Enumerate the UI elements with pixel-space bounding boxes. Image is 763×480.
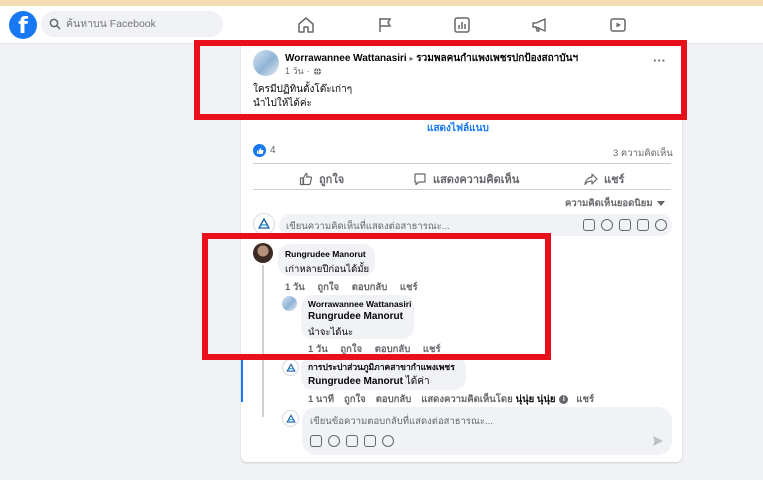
search-icon xyxy=(49,18,61,30)
send-icon[interactable] xyxy=(652,435,664,447)
sticker-icon[interactable] xyxy=(655,219,667,231)
emoji-icon[interactable] xyxy=(328,435,340,447)
avatar-sticker-icon[interactable] xyxy=(583,219,595,231)
pages-flag-icon[interactable] xyxy=(374,15,396,35)
gif-icon[interactable] xyxy=(364,435,376,447)
like-reaction-icon xyxy=(253,144,266,157)
thumbs-up-icon xyxy=(299,172,313,186)
see-attachment-link[interactable]: แสดงไฟล์แนบ xyxy=(427,121,489,136)
page-reply-reply-link[interactable]: ตอบกลับ xyxy=(376,392,412,407)
comment-sort-dropdown[interactable]: ความคิดเห็นยอดนิยม xyxy=(565,196,665,211)
reaction-count: 4 xyxy=(270,145,276,156)
comment-bubble-icon xyxy=(414,173,426,186)
like-label: ถูกใจ xyxy=(319,174,345,186)
comment-button[interactable]: แสดงความคิดเห็น xyxy=(413,170,519,188)
page-reply-bubble: การประปาส่วนภูมิภาคสาขากำแพงเพชร Rungrud… xyxy=(301,356,466,390)
camera-icon[interactable] xyxy=(346,435,358,447)
highlight-box-post xyxy=(194,40,687,120)
write-comment-placeholder: เขียนความคิดเห็นที่แสดงต่อสาธารณะ... xyxy=(286,221,450,232)
page-reply-mention[interactable]: Rungrudee Manorut xyxy=(308,376,403,387)
page-reply-actions: 1 นาที ถูกใจ ตอบกลับ แสดงความคิดเห็นโดย … xyxy=(308,392,604,407)
comment-tools xyxy=(583,219,667,231)
avatar-sticker-icon[interactable] xyxy=(310,435,322,447)
commented-by-label: แสดงความคิดเห็นโดย xyxy=(421,394,513,405)
reply-input-placeholder: เขียนข้อความตอบกลับที่แสดงต่อสาธารณะ... xyxy=(310,416,493,427)
camera-icon[interactable] xyxy=(619,219,631,231)
top-navigation-bar: f xyxy=(0,6,763,44)
page-reply-share-link[interactable]: แชร์ xyxy=(576,392,594,407)
sort-label: ความคิดเห็นยอดนิยม xyxy=(565,198,653,209)
home-icon[interactable] xyxy=(295,15,317,35)
reply-input-box[interactable]: เขียนข้อความตอบกลับที่แสดงต่อสาธารณะ... xyxy=(302,407,672,455)
page-reply-text: ได้ค่า xyxy=(405,376,430,387)
facebook-logo-icon[interactable]: f xyxy=(9,11,37,39)
divider xyxy=(253,189,671,190)
insights-chart-icon[interactable] xyxy=(451,15,473,35)
search-box[interactable] xyxy=(41,11,223,37)
scrollbar[interactable] xyxy=(755,44,763,480)
share-label: แชร์ xyxy=(604,174,625,186)
sticker-icon[interactable] xyxy=(382,435,394,447)
caret-down-icon xyxy=(656,201,665,206)
gif-icon[interactable] xyxy=(637,219,649,231)
share-arrow-icon xyxy=(584,173,598,186)
reply-input-avatar[interactable] xyxy=(282,410,299,427)
page-reply-body: Rungrudee Manorut ได้ค่า xyxy=(308,374,430,389)
highlight-box-comments xyxy=(202,233,551,360)
info-icon[interactable]: i xyxy=(559,395,569,404)
new-reply-indicator xyxy=(241,354,243,402)
page-reply-time[interactable]: 1 นาที xyxy=(308,392,334,407)
share-button[interactable]: แชร์ xyxy=(584,170,624,188)
video-play-icon[interactable] xyxy=(607,15,629,35)
page-reply-author[interactable]: การประปาส่วนภูมิภาคสาขากำแพงเพชร xyxy=(308,360,455,374)
page-reply-like-link[interactable]: ถูกใจ xyxy=(344,392,366,407)
page-reply-avatar[interactable] xyxy=(282,359,299,376)
commented-by-name[interactable]: นุ่นุ่ย นุ่นุ่ย xyxy=(516,392,556,407)
comment-label: แสดงความคิดเห็น xyxy=(433,174,520,186)
like-button[interactable]: ถูกใจ xyxy=(299,170,344,188)
reply-tools xyxy=(310,435,394,447)
search-input[interactable] xyxy=(66,18,206,30)
emoji-icon[interactable] xyxy=(601,219,613,231)
megaphone-icon[interactable] xyxy=(529,15,551,35)
reactions-summary[interactable]: 4 xyxy=(253,144,276,157)
page-avatar[interactable] xyxy=(253,213,275,235)
divider xyxy=(253,163,671,164)
comment-count[interactable]: 3 ความคิดเห็น xyxy=(613,146,673,161)
